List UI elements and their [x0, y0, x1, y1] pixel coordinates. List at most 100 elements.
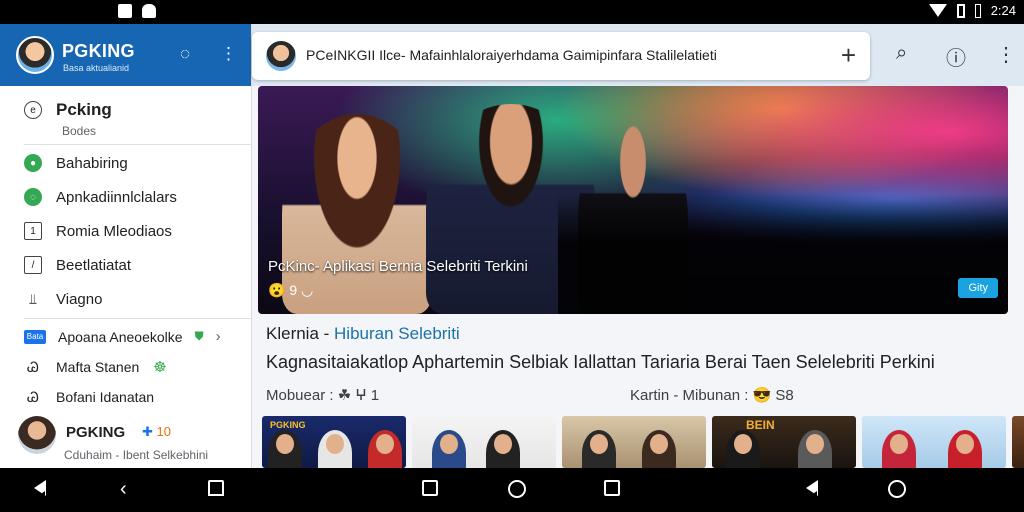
sidebar-item-4[interactable]: / Beetlatiatat [24, 256, 131, 274]
sidebar-item-label: Romia Mleodiaos [56, 222, 172, 240]
swirl-icon: Ꮚ [27, 358, 39, 375]
footer-name: PGKING [66, 424, 126, 441]
battery-icon [956, 3, 965, 18]
home-icon[interactable] [208, 480, 224, 496]
back-icon[interactable] [806, 480, 824, 501]
verified-icon: ✚ [142, 424, 153, 439]
top-bar: PCeINKGII Ilce- Mafainhlaloraiyerhdama G… [252, 24, 1024, 86]
thumbnail-person [432, 430, 466, 468]
footer-badge: ✚ 10 [142, 424, 171, 440]
section-title: Pcking [56, 100, 112, 119]
shield-icon: ⛊ [194, 329, 204, 343]
sidebar-item-label: Bahabiring [56, 154, 128, 172]
sidebar-item-bofani[interactable]: Ꮚ Bofani Idanatan [24, 388, 154, 406]
hero-title: PcKinc- Aplikasi Bernia Selebriti Terkin… [268, 258, 528, 275]
android-icon [142, 4, 156, 18]
section-subtitle: Bodes [62, 124, 97, 138]
hero-reactions[interactable]: 😮 9 ◡ [268, 282, 313, 299]
green-chat-icon: ◌ [24, 188, 42, 206]
hero-crowd [558, 194, 1008, 314]
thumbnail-person [318, 430, 352, 468]
sidebar-section-pcking[interactable]: e Pcking [24, 100, 112, 120]
doc-icon: 1 [24, 222, 42, 240]
navigation-bar: ‹ [0, 468, 1024, 512]
promo-badge: Bata [24, 329, 46, 344]
sidebar: PGKING Basa aktualianid ◌ ⋮ e Pcking Bod… [0, 24, 252, 468]
thumbnail-person [948, 430, 982, 468]
search-icon[interactable]: ⌕ [896, 42, 907, 65]
avatar[interactable] [16, 36, 54, 74]
more-vert-icon[interactable]: ⋮ [996, 42, 1016, 67]
back-icon[interactable] [34, 480, 52, 501]
info-icon[interactable]: ⓘ [946, 42, 966, 71]
thumbnail-person [798, 430, 832, 468]
thumbnail-strip: PGKING BEIN [262, 416, 1024, 468]
search-bar[interactable]: PCeINKGII Ilce- Mafainhlaloraiyerhdama G… [252, 32, 870, 80]
article-headline[interactable]: Kagnasitaiakatlop Aphartemin Selbiak Ial… [266, 352, 935, 373]
thumbnail[interactable] [562, 416, 706, 468]
thumbnail-person [268, 430, 302, 468]
sidebar-footer[interactable]: PGKING ✚ 10 Cduhaim - Ibent Selkebhini [0, 414, 251, 468]
divider [24, 318, 251, 319]
sidebar-item-3[interactable]: 1 Romia Mleodiaos [24, 222, 172, 240]
thumbnail-partial[interactable] [1012, 416, 1024, 468]
sidebar-item-label: Apnkadiinnlclalars [56, 188, 177, 206]
footer-subtitle: Cduhaim - Ibent Selkebhini [64, 448, 209, 462]
thumbnail-person [642, 430, 676, 468]
promo-label: Apoana Aneoekolke [58, 328, 183, 345]
thumbnail[interactable]: PGKING [262, 416, 406, 468]
bars-icon: ⫫ [29, 290, 37, 307]
thumbnail[interactable] [412, 416, 556, 468]
thumbnail-caption: BEIN [746, 418, 775, 432]
avatar [266, 41, 296, 71]
status-bar: 2:24 [0, 0, 1024, 24]
green-dot-icon: ● [24, 154, 42, 172]
add-icon[interactable]: + [841, 40, 856, 71]
search-text: PCeINKGII Ilce- Mafainhlaloraiyerhdama G… [306, 47, 717, 63]
app-name: PGKING [62, 41, 135, 61]
thumbnail-person [882, 430, 916, 468]
article-meta-left: Mobuear : ☘ ⵖ 1 [266, 387, 380, 404]
hero-image[interactable]: PcKinc- Aplikasi Bernia Selebriti Terkin… [258, 86, 1008, 314]
square-slash-icon: / [24, 256, 42, 274]
chevron-right-icon[interactable]: › [216, 328, 221, 345]
status-time: 2:24 [990, 3, 1016, 18]
thumbnail-person [726, 430, 760, 468]
avatar [18, 416, 56, 454]
sidebar-item-label: Bofani Idanatan [56, 389, 155, 405]
more-vert-icon[interactable]: ⋮ [220, 44, 237, 64]
article-meta-right: Kartin - Mibunan : 😎 S8 [630, 387, 794, 404]
thumbnail[interactable] [862, 416, 1006, 468]
assistant-icon[interactable] [888, 480, 906, 498]
battery-icon [974, 3, 981, 18]
category-label: Klernia [266, 324, 319, 343]
sidebar-header: PGKING Basa aktualianid ◌ ⋮ [0, 24, 251, 86]
hero-tag[interactable]: Gity [958, 278, 998, 298]
home-circle-icon[interactable] [508, 480, 526, 498]
sidebar-item-label: Mafta Stanen [56, 359, 140, 375]
back-chevron-icon[interactable]: ‹ [120, 479, 138, 499]
wifi-icon [928, 4, 947, 17]
chat-icon[interactable]: ◌ [180, 44, 190, 64]
divider [24, 144, 251, 145]
article-category[interactable]: Klernia - Hiburan Selebriti [266, 324, 460, 344]
category-accent[interactable]: Hiburan Selebriti [334, 324, 460, 343]
recents-icon[interactable] [422, 480, 438, 496]
sidebar-item-2[interactable]: ◌ Apnkadiinnlclalars [24, 188, 177, 206]
sidebar-item-1[interactable]: ● Bahabiring [24, 154, 128, 172]
sidebar-item-mafta[interactable]: Ꮚ Mafta Stanen ☸ [24, 358, 167, 377]
thumbnail-person [368, 430, 402, 468]
circle-e-icon: e [24, 101, 42, 119]
thumbnail-person [582, 430, 616, 468]
sidebar-item-label: Beetlatiatat [56, 256, 132, 274]
thumbnail-caption: PGKING [270, 420, 306, 430]
sidebar-item-5[interactable]: ⫫ Viagno [24, 290, 102, 308]
app-subtitle: Basa aktualianid [63, 63, 130, 73]
sidebar-promo[interactable]: Bata Apoana Aneoekolke ⛊ › [24, 328, 221, 345]
sidebar-item-label: Viagno [56, 290, 103, 308]
footer-badge-count: 10 [156, 424, 171, 439]
overview-icon[interactable] [604, 480, 620, 496]
thumbnail[interactable]: BEIN [712, 416, 856, 468]
sidebar-item-suffix: ☸ [153, 359, 167, 376]
swirl-icon: Ꮚ [27, 388, 39, 405]
